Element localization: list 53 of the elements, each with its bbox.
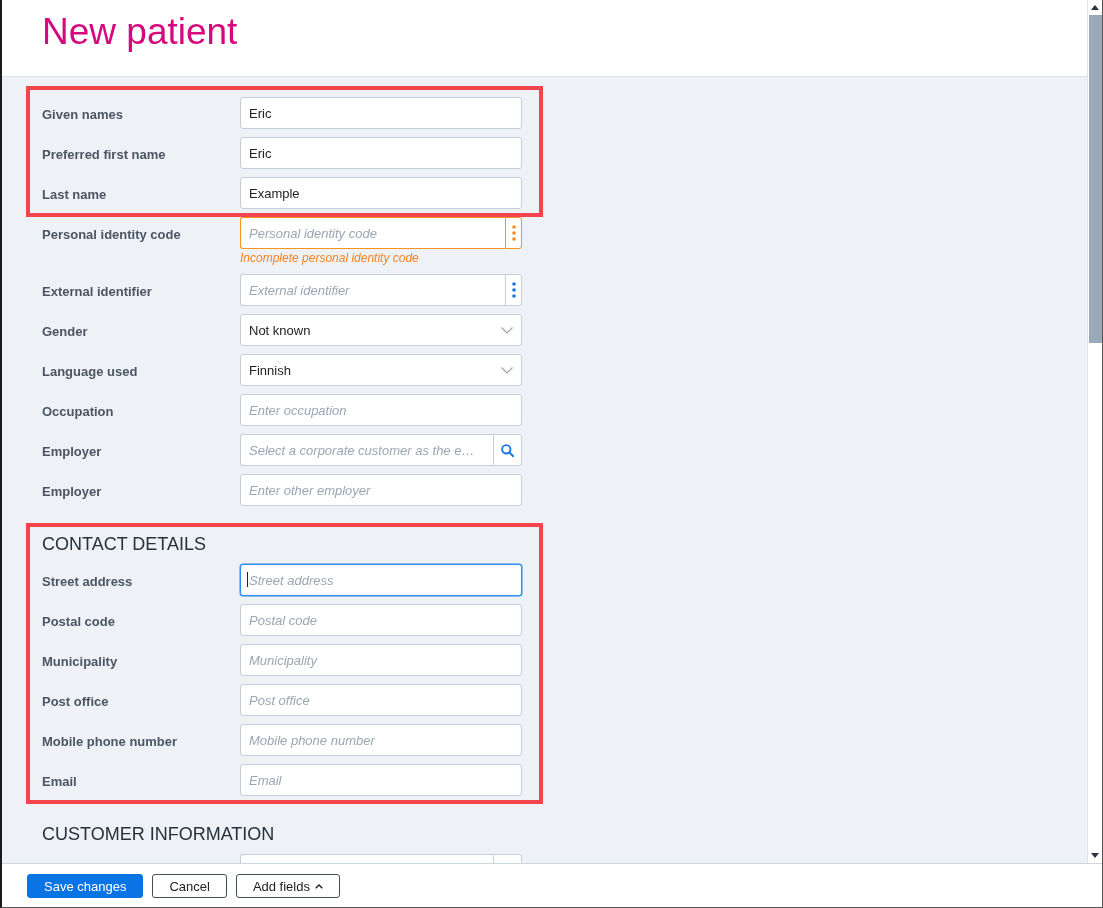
field-label: Preferred first name	[42, 147, 166, 163]
text-field[interactable]: Eric	[240, 137, 522, 169]
save-button[interactable]: Save changes	[27, 874, 144, 898]
field-label: Employer	[42, 484, 102, 500]
field-label: Municipality	[42, 654, 118, 670]
field-label: Personal identity code	[42, 227, 181, 243]
vertical-dots-icon	[511, 282, 516, 298]
scrollbar[interactable]	[1087, 0, 1102, 863]
cancel-button[interactable]: Cancel	[152, 874, 227, 898]
scroll-down-arrow-icon[interactable]	[1091, 853, 1099, 858]
text-field[interactable]: Eric	[240, 97, 522, 129]
field-label: External identifier	[42, 284, 152, 300]
text-field[interactable]: Postal code	[240, 604, 522, 636]
field-label: Street address	[42, 574, 133, 590]
chevron-down-icon	[501, 366, 513, 374]
search-icon	[501, 443, 514, 457]
text-cursor-icon	[247, 572, 248, 587]
vertical-dots-icon	[511, 225, 516, 241]
scrollbar-thumb[interactable]	[1088, 15, 1102, 343]
add-fields-button[interactable]: Add fields	[235, 874, 340, 898]
text-field[interactable]: External identifier	[240, 274, 505, 306]
page-title: New patient	[42, 11, 238, 53]
field-label: Occupation	[42, 404, 114, 420]
field-label: Post office	[42, 694, 109, 710]
more-options-button[interactable]	[505, 217, 522, 249]
field-label: Given names	[42, 107, 123, 123]
chevron-down-icon	[501, 326, 513, 334]
field-label: Last name	[42, 187, 107, 203]
text-field[interactable]: Mobile phone number	[240, 724, 522, 756]
text-field[interactable]: Enter other employer	[240, 474, 522, 506]
field-label: Language used	[42, 364, 138, 380]
text-field[interactable]: Email	[240, 764, 522, 796]
scroll-up-arrow-icon[interactable]	[1091, 5, 1099, 10]
search-field[interactable]: Select a corporate customer as the e…	[240, 434, 493, 466]
error-message: Incomplete personal identity code	[240, 250, 419, 266]
text-field[interactable]: Example	[240, 177, 522, 209]
text-field[interactable]: Personal identity code	[240, 217, 505, 249]
text-field[interactable]: Street address	[240, 564, 522, 596]
field-label: Employer	[42, 444, 102, 460]
dropdown[interactable]: Not known	[240, 314, 522, 346]
chevron-up-icon	[314, 883, 323, 889]
field-label: Postal code	[42, 614, 115, 630]
field-label: Gender	[42, 324, 88, 340]
field-label: Email	[42, 774, 77, 790]
dropdown[interactable]: Finnish	[240, 354, 522, 386]
section-heading: CUSTOMER INFORMATION	[42, 824, 275, 844]
text-field[interactable]: Post office	[240, 684, 522, 716]
text-field[interactable]: Enter occupation	[240, 394, 522, 426]
search-button[interactable]	[493, 434, 522, 466]
text-field[interactable]: Municipality	[240, 644, 522, 676]
section-heading: CONTACT DETAILS	[42, 534, 207, 554]
field-label: Mobile phone number	[42, 734, 178, 750]
more-options-button[interactable]	[505, 274, 522, 306]
